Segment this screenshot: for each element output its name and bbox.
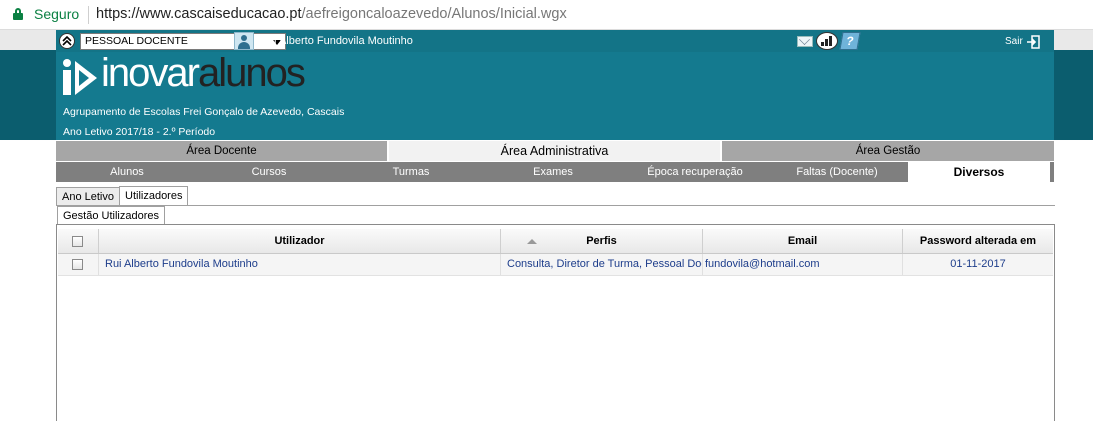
- address-separator: [88, 6, 89, 24]
- browser-address-bar[interactable]: Seguro https://www.cascaiseducacao.pt/ae…: [0, 0, 1093, 30]
- tab-cursos[interactable]: Cursos: [198, 162, 340, 182]
- tab-epoca-recuperacao[interactable]: Época recuperação: [624, 162, 766, 182]
- exit-icon[interactable]: [1026, 34, 1040, 49]
- url-host: https://www.cascaiseducacao.pt: [96, 6, 302, 22]
- utility-bar: PESSOAL DOCENTE Rui Alberto Fundovila Mo…: [56, 30, 1054, 52]
- grid-header: Utilizador Perfis Email Password alterad…: [58, 229, 1053, 254]
- tab-exames[interactable]: Exames: [482, 162, 624, 182]
- lock-icon: [13, 8, 23, 20]
- tab-alunos[interactable]: Alunos: [56, 162, 198, 182]
- select-all-cell: [58, 229, 99, 253]
- exit-label[interactable]: Sair: [1005, 36, 1023, 47]
- area-tabs: Área Docente Área Administrativa Área Ge…: [56, 141, 1054, 161]
- tab-gestao-utilizadores[interactable]: Gestão Utilizadores: [57, 206, 165, 225]
- secure-label: Seguro: [34, 6, 80, 22]
- inovar-logo: inovaralunos: [63, 51, 306, 101]
- profile-select-value: PESSOAL DOCENTE: [85, 35, 188, 47]
- user-icon: [234, 32, 254, 50]
- col-email[interactable]: Email: [703, 229, 903, 253]
- col-password-alterada[interactable]: Password alterada em: [903, 229, 1053, 253]
- collapse-icon[interactable]: [59, 33, 75, 49]
- profile-select[interactable]: PESSOAL DOCENTE: [80, 33, 286, 50]
- table-row[interactable]: Rui Alberto Fundovila Moutinho Consulta,…: [58, 254, 1053, 276]
- stats-icon[interactable]: [816, 32, 838, 50]
- tab-area-gestao[interactable]: Área Gestão: [722, 141, 1054, 161]
- logo-wordmark: inovaralunos: [101, 51, 306, 95]
- tab-ano-letivo[interactable]: Ano Letivo: [56, 187, 120, 206]
- school-name: Agrupamento de Escolas Frei Gonçalo de A…: [63, 106, 345, 118]
- col-utilizador-label: Utilizador: [274, 235, 325, 247]
- app-header: PESSOAL DOCENTE Rui Alberto Fundovila Mo…: [56, 30, 1054, 140]
- col-perfis[interactable]: Perfis: [501, 229, 703, 253]
- section-tabs: Alunos Cursos Turmas Exames Época recupe…: [56, 162, 1054, 182]
- school-year: Ano Letivo 2017/18 - 2.º Período: [63, 126, 216, 138]
- row-select-cell: [58, 254, 99, 275]
- tab-turmas[interactable]: Turmas: [340, 162, 482, 182]
- cell-utilizador[interactable]: Rui Alberto Fundovila Moutinho: [99, 254, 501, 275]
- logo-mark: [63, 59, 97, 95]
- tab-faltas-docente[interactable]: Faltas (Docente): [766, 162, 908, 182]
- user-name: Rui Alberto Fundovila Moutinho: [260, 35, 413, 47]
- url-path: /aefreigoncaloazevedo/Alunos/Inicial.wgx: [301, 6, 567, 22]
- tab-area-administrativa[interactable]: Área Administrativa: [389, 141, 720, 161]
- row-checkbox[interactable]: [72, 259, 83, 270]
- cell-email: fundovila@hotmail.com: [703, 254, 903, 275]
- help-icon[interactable]: ?: [839, 32, 861, 50]
- cell-perfis: Consulta, Diretor de Turma, Pessoal Doce…: [501, 254, 703, 275]
- users-panel: Utilizador Perfis Email Password alterad…: [56, 224, 1055, 421]
- col-utilizador[interactable]: Utilizador: [99, 229, 537, 253]
- mail-icon[interactable]: [797, 36, 813, 47]
- tab-utilizadores[interactable]: Utilizadores: [119, 186, 189, 206]
- url-text[interactable]: https://www.cascaiseducacao.pt/aefreigon…: [96, 6, 567, 22]
- cell-password-date: 01-11-2017: [950, 258, 1006, 270]
- tab-area-docente[interactable]: Área Docente: [56, 141, 387, 161]
- select-all-checkbox[interactable]: [72, 236, 83, 247]
- tab-diversos[interactable]: Diversos: [908, 162, 1050, 182]
- tab-divider: [56, 205, 1055, 206]
